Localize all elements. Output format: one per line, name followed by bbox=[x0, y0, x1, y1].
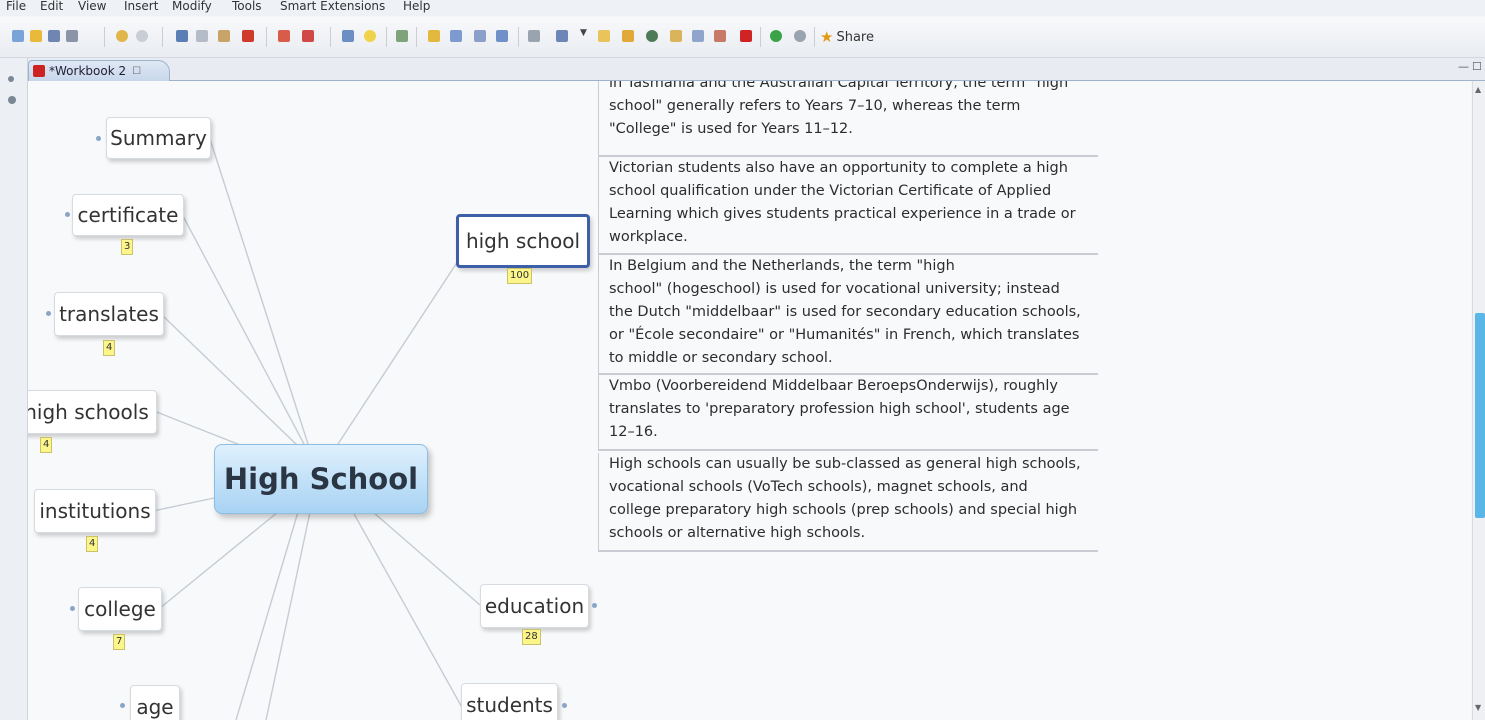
count-badge: 4 bbox=[103, 340, 116, 356]
menu-help[interactable]: Help bbox=[403, 0, 430, 13]
count-badge: 28 bbox=[522, 629, 541, 645]
collapse-dot-icon[interactable] bbox=[70, 606, 75, 611]
note-item[interactable]: Victorian students also have an opportun… bbox=[598, 157, 1098, 255]
attachment-icon[interactable] bbox=[528, 30, 540, 42]
delete-icon[interactable] bbox=[242, 30, 254, 42]
editor-tab-strip bbox=[0, 58, 1485, 81]
side-panel-strip bbox=[0, 58, 28, 720]
note-item[interactable]: Vmbo (Voorbereidend Middelbaar BeroepsOn… bbox=[598, 375, 1098, 451]
scroll-down-icon[interactable]: ▼ bbox=[1475, 703, 1481, 712]
share-button[interactable]: ★ Share bbox=[820, 27, 874, 47]
toolbar-separator bbox=[104, 27, 105, 47]
notes-list: in Tasmania and the Australian Capital T… bbox=[598, 81, 1098, 552]
go-icon[interactable] bbox=[770, 30, 782, 42]
star-icon: ★ bbox=[820, 28, 834, 46]
toolbar-separator bbox=[266, 27, 267, 47]
callout-icon[interactable] bbox=[474, 30, 486, 42]
close-tab-icon[interactable]: ☐ bbox=[132, 66, 141, 77]
new-file-icon[interactable] bbox=[12, 30, 24, 42]
scroll-up-icon[interactable]: ▲ bbox=[1475, 85, 1481, 94]
redo-icon[interactable] bbox=[136, 30, 148, 42]
idea-icon[interactable] bbox=[364, 30, 376, 42]
topic-certificate[interactable]: certificate bbox=[72, 194, 184, 236]
topic-institutions[interactable]: institutions bbox=[34, 489, 156, 533]
cut-icon[interactable] bbox=[176, 30, 188, 42]
toolbar-separator bbox=[814, 27, 815, 47]
panel-icon[interactable] bbox=[8, 96, 16, 104]
layout-icon[interactable] bbox=[396, 30, 408, 42]
marker-icon[interactable] bbox=[598, 30, 610, 42]
export-icon[interactable] bbox=[794, 30, 806, 42]
hyperlink-icon[interactable] bbox=[646, 30, 658, 42]
menu-modify[interactable]: Modify bbox=[172, 0, 212, 13]
topic-translates[interactable]: translates bbox=[54, 292, 164, 336]
format-icon[interactable] bbox=[278, 30, 290, 42]
collapse-dot-icon[interactable] bbox=[120, 703, 125, 708]
topic-high-schools[interactable]: high schools bbox=[28, 390, 157, 434]
menu-smart-extensions[interactable]: Smart Extensions bbox=[280, 0, 385, 13]
collapse-dot-icon[interactable] bbox=[46, 311, 51, 316]
print-icon[interactable] bbox=[66, 30, 78, 42]
relationship-icon[interactable] bbox=[496, 30, 508, 42]
menu-tools[interactable]: Tools bbox=[232, 0, 262, 13]
count-badge: 4 bbox=[40, 437, 53, 453]
label-icon[interactable] bbox=[670, 30, 682, 42]
tab-workbook-2[interactable]: *Workbook 2 ☐ bbox=[28, 60, 170, 81]
note-item[interactable]: In Belgium and the Netherlands, the term… bbox=[598, 255, 1098, 375]
toolbar-separator bbox=[330, 27, 331, 47]
menu-file[interactable]: File bbox=[6, 0, 26, 13]
toolbar-separator bbox=[416, 27, 417, 47]
minimize-icon[interactable]: — bbox=[1458, 60, 1469, 73]
topic-students[interactable]: students bbox=[461, 683, 558, 720]
menu-view[interactable]: View bbox=[78, 0, 106, 13]
toolbar-separator bbox=[518, 27, 519, 47]
central-topic[interactable]: High School bbox=[214, 444, 428, 514]
count-badge: 3 bbox=[121, 239, 134, 255]
image-icon[interactable] bbox=[556, 30, 568, 42]
topic-high-school[interactable]: high school bbox=[456, 214, 590, 268]
vertical-scrollbar[interactable]: ▲ ▼ bbox=[1472, 81, 1485, 720]
topic-summary[interactable]: Summary bbox=[106, 117, 211, 159]
workbook-icon bbox=[33, 65, 45, 77]
topic-college[interactable]: college bbox=[78, 587, 162, 631]
save-icon[interactable] bbox=[48, 30, 60, 42]
undo-icon[interactable] bbox=[116, 30, 128, 42]
table-icon[interactable] bbox=[692, 30, 704, 42]
toolbar-separator bbox=[162, 27, 163, 47]
topic-age[interactable]: age bbox=[130, 685, 180, 720]
chevron-down-icon[interactable]: ▼ bbox=[580, 28, 587, 38]
topic-icon[interactable] bbox=[342, 30, 354, 42]
pin-icon[interactable] bbox=[8, 76, 14, 82]
toolbar-separator bbox=[760, 27, 761, 47]
tab-label: *Workbook 2 bbox=[49, 64, 127, 78]
count-badge: 4 bbox=[86, 536, 99, 552]
menu-edit[interactable]: Edit bbox=[40, 0, 63, 13]
note-item[interactable]: in Tasmania and the Australian Capital T… bbox=[598, 81, 1098, 157]
share-label: Share bbox=[836, 29, 874, 45]
chart-icon[interactable] bbox=[714, 30, 726, 42]
subtopic-icon[interactable] bbox=[428, 30, 440, 42]
menu-insert[interactable]: Insert bbox=[124, 0, 158, 13]
note-item[interactable]: High schools can usually be sub-classed … bbox=[598, 453, 1098, 552]
note-icon[interactable] bbox=[622, 30, 634, 42]
toolbar: ▼ ★ Share bbox=[0, 17, 1485, 58]
count-badge: 100 bbox=[507, 268, 533, 284]
open-folder-icon[interactable] bbox=[30, 30, 42, 42]
floating-topic-icon[interactable] bbox=[450, 30, 462, 42]
expand-dot-icon[interactable] bbox=[592, 603, 597, 608]
scrollbar-thumb[interactable] bbox=[1475, 313, 1485, 518]
collapse-dot-icon[interactable] bbox=[65, 212, 70, 217]
count-badge: 7 bbox=[113, 634, 126, 650]
stop-icon[interactable] bbox=[740, 30, 752, 42]
topic-education[interactable]: education bbox=[480, 584, 589, 628]
maximize-icon[interactable]: ☐ bbox=[1472, 60, 1482, 73]
menu-bar: File Edit View Insert Modify Tools Smart… bbox=[0, 0, 1485, 16]
paste-icon[interactable] bbox=[218, 30, 230, 42]
collapse-dot-icon[interactable] bbox=[96, 136, 101, 141]
copy-icon[interactable] bbox=[196, 30, 208, 42]
style-icon[interactable] bbox=[302, 30, 314, 42]
mind-map-canvas[interactable]: High School Summary certificate 3 transl… bbox=[28, 81, 1471, 720]
expand-dot-icon[interactable] bbox=[562, 703, 567, 708]
toolbar-separator bbox=[386, 27, 387, 47]
